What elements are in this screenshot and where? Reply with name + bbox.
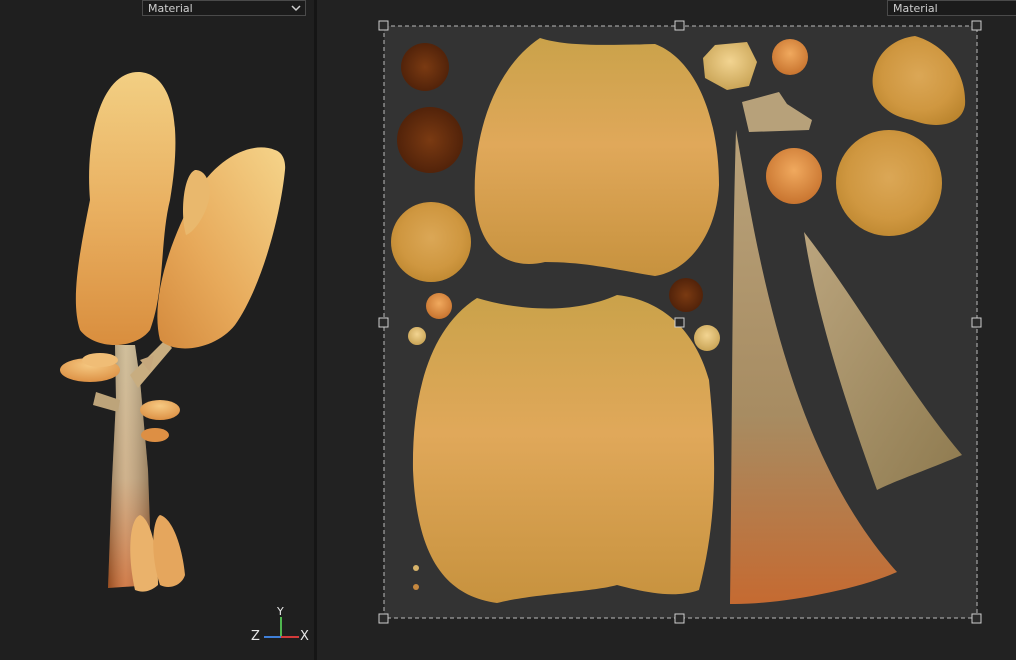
selection-handle-mr bbox=[971, 317, 982, 328]
axis-x-label: X bbox=[300, 629, 309, 644]
selection-handle-c bbox=[674, 317, 685, 328]
material-dropdown-value: Material bbox=[148, 2, 193, 15]
material-dropdown[interactable]: Material bbox=[142, 0, 306, 16]
selection-handle-tr bbox=[971, 20, 982, 31]
3d-viewport[interactable]: Material Y Z X bbox=[0, 0, 314, 660]
selection-handle-ml bbox=[378, 317, 389, 328]
axis-y-label: Y bbox=[277, 605, 284, 618]
selection-handle-br bbox=[971, 613, 982, 624]
uv-editor[interactable] bbox=[317, 0, 1016, 660]
uv-layout-canvas[interactable] bbox=[317, 0, 1016, 660]
uv-material-dropdown[interactable]: Material bbox=[887, 0, 1016, 16]
selection-handle-tc bbox=[674, 20, 685, 31]
axis-z-label: Z bbox=[251, 629, 260, 644]
selection-handle-bc bbox=[674, 613, 685, 624]
selection-handle-bl bbox=[378, 613, 389, 624]
chevron-down-icon[interactable] bbox=[290, 1, 302, 15]
uv-material-dropdown-value: Material bbox=[893, 2, 938, 15]
selection-handle-tl bbox=[378, 20, 389, 31]
tree-model-render bbox=[60, 71, 299, 638]
